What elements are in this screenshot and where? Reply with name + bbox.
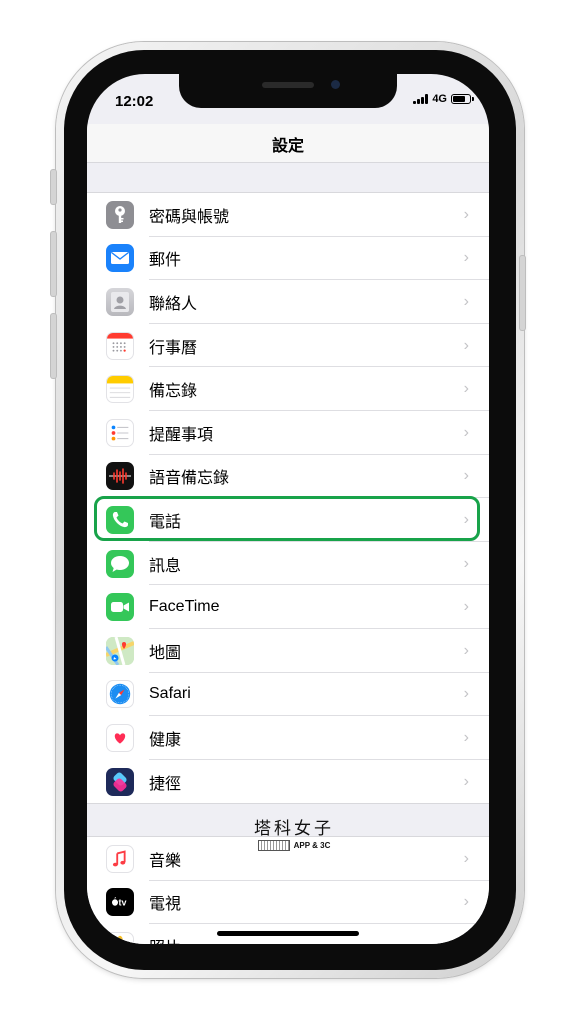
front-camera: [331, 80, 340, 89]
settings-row-contacts[interactable]: 聯絡人 ›: [87, 280, 489, 324]
chevron-right-icon: ›: [463, 336, 469, 354]
settings-row-facetime[interactable]: FaceTime ›: [87, 585, 489, 629]
navigation-bar: 設定: [87, 124, 489, 163]
battery-icon: [451, 94, 474, 104]
voice-memos-icon: [106, 462, 134, 491]
health-icon: [106, 723, 134, 752]
settings-row-label: 捷徑: [149, 775, 182, 793]
facetime-icon: [106, 593, 134, 622]
chevron-right-icon: ›: [463, 554, 469, 572]
watermark-subtitle-row: APP & 3C: [254, 840, 334, 851]
settings-row-messages[interactable]: 訊息 ›: [87, 542, 489, 586]
key-icon: [106, 200, 134, 229]
chevron-right-icon: ›: [463, 380, 469, 398]
speaker-grille: [262, 82, 314, 88]
keyboard-icon: [257, 840, 290, 851]
settings-row-label: 健康: [149, 731, 182, 749]
settings-row-passwords[interactable]: 密碼與帳號 ›: [87, 193, 489, 237]
chevron-right-icon: ›: [463, 728, 469, 746]
notch: [179, 74, 397, 108]
settings-group-media: 音樂 › tv 電視 › 照片 ›: [87, 836, 489, 944]
tv-icon: tv: [106, 888, 134, 917]
chevron-right-icon: ›: [463, 249, 469, 267]
volume-up-button: [51, 232, 56, 296]
settings-row-label: 訊息: [149, 557, 182, 575]
settings-row-label: 語音備忘錄: [149, 470, 230, 488]
watermark-subtitle: APP & 3C: [293, 841, 331, 850]
highlight-box: [94, 496, 480, 541]
status-indicators: 4G: [413, 93, 474, 105]
settings-row-safari[interactable]: Safari ›: [87, 673, 489, 717]
network-type: 4G: [432, 93, 447, 105]
watermark-logo: 塔科女子 APP & 3C: [254, 814, 334, 851]
signal-icon: [413, 94, 429, 104]
volume-down-button: [51, 314, 56, 378]
settings-row-label: 照片: [149, 934, 181, 944]
settings-row-label: 提醒事項: [149, 426, 214, 444]
settings-row-label: FaceTime: [149, 598, 220, 616]
chevron-right-icon: ›: [463, 893, 469, 911]
notes-icon: [106, 375, 134, 404]
chevron-right-icon: ›: [463, 849, 469, 867]
settings-row-label: 行事曆: [149, 339, 198, 357]
chevron-right-icon: ›: [464, 937, 469, 944]
settings-row-voice-memos[interactable]: 語音備忘錄 ›: [87, 455, 489, 499]
settings-row-shortcuts[interactable]: 捷徑 ›: [87, 760, 489, 804]
svg-text:tv: tv: [119, 898, 127, 908]
status-time: 12:02: [115, 93, 154, 110]
settings-row-label: 地圖: [149, 644, 182, 662]
settings-row-mail[interactable]: 郵件 ›: [87, 237, 489, 281]
settings-row-calendar[interactable]: 行事曆 ›: [87, 324, 489, 368]
safari-icon: [106, 680, 134, 709]
chevron-right-icon: ›: [463, 641, 469, 659]
settings-row-label: 聯絡人: [149, 295, 198, 313]
contacts-icon: [106, 287, 134, 316]
settings-row-notes[interactable]: 備忘錄 ›: [87, 367, 489, 411]
settings-row-label: 音樂: [149, 852, 182, 870]
settings-row-health[interactable]: 健康 ›: [87, 716, 489, 760]
settings-row-label: 郵件: [149, 252, 182, 270]
mail-icon: [106, 244, 134, 273]
settings-row-label: Safari: [149, 685, 191, 703]
chevron-right-icon: ›: [463, 292, 469, 310]
settings-row-label: 電視: [149, 896, 182, 914]
messages-icon: [106, 549, 134, 578]
settings-row-label: 備忘錄: [149, 383, 198, 401]
settings-row-maps[interactable]: 地圖 ›: [87, 629, 489, 673]
page-title: 設定: [271, 138, 304, 155]
settings-row-label: 密碼與帳號: [149, 208, 230, 226]
calendar-icon: [106, 331, 134, 360]
power-button: [520, 256, 525, 330]
chevron-right-icon: ›: [463, 598, 469, 616]
chevron-right-icon: ›: [463, 467, 469, 485]
mute-switch: [51, 170, 56, 204]
watermark-title: 塔科女子: [254, 819, 334, 839]
chevron-right-icon: ›: [463, 772, 469, 790]
chevron-right-icon: ›: [463, 205, 469, 223]
settings-row-tv[interactable]: tv 電視 ›: [87, 881, 489, 925]
home-indicator[interactable]: [217, 931, 359, 936]
photos-icon: [106, 931, 134, 944]
reminders-icon: [106, 418, 134, 447]
maps-icon: [106, 636, 134, 665]
settings-row-reminders[interactable]: 提醒事項 ›: [87, 411, 489, 455]
chevron-right-icon: ›: [463, 685, 469, 703]
shortcuts-icon: [106, 767, 134, 796]
chevron-right-icon: ›: [463, 423, 469, 441]
music-icon: [106, 844, 134, 873]
